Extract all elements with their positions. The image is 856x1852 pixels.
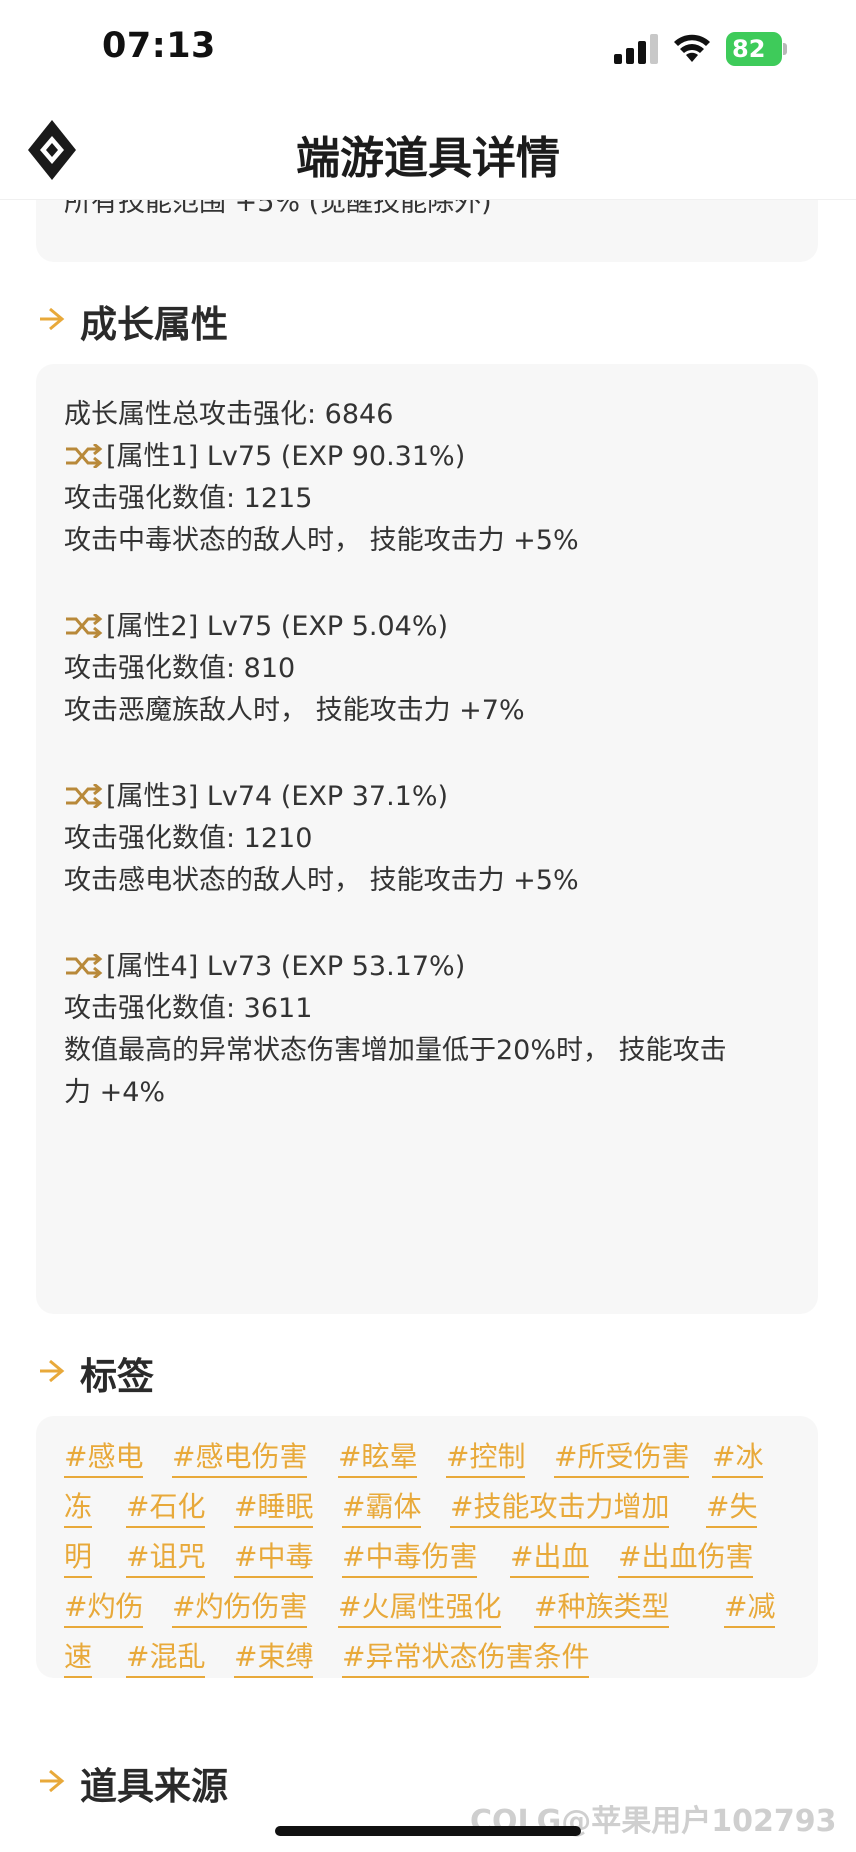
tag[interactable]: #霸体 (342, 1490, 422, 1528)
arrow-icon (40, 1359, 65, 1383)
attribute-value: 攻击强化数值: 1210 (64, 823, 313, 854)
source-section-title: 道具来源 (80, 1765, 228, 1808)
prev-section-card: 所有技能范围 +5% (觉醒技能除外) (36, 200, 818, 262)
arrow-icon (40, 307, 65, 331)
tag[interactable]: #石化 (126, 1490, 206, 1528)
tag[interactable]: #诅咒 (126, 1540, 206, 1578)
shuffle-icon (66, 784, 103, 808)
tag[interactable]: #失 (706, 1490, 758, 1528)
arrow-icon (40, 1769, 65, 1793)
growth-section-title: 成长属性 (80, 303, 228, 346)
tag[interactable]: #混乱 (126, 1640, 206, 1678)
detail-content[interactable]: 所有技能范围 +5% (觉醒技能除外) 成长属性 成长属性总攻击强化: 6846… (0, 200, 856, 1852)
attribute-header-text: [属性1] Lv75 (EXP 90.31%) (106, 441, 466, 472)
status-bar: 07:13 82 (0, 0, 856, 100)
tag[interactable]: #技能攻击力增加 (450, 1490, 670, 1528)
attribute-effect: 攻击恶魔族敌人时， 技能攻击力 +7% (64, 695, 525, 726)
tag[interactable]: 明 (64, 1540, 93, 1578)
tag[interactable]: #眩晕 (338, 1440, 418, 1478)
growth-card: 成长属性总攻击强化: 6846 [属性1] Lv75 (EXP 90.31%) … (36, 364, 818, 1314)
shuffle-icon (66, 614, 103, 638)
attribute-effect-cont: 力 +4% (64, 1077, 166, 1108)
tag[interactable]: #异常状态伤害条件 (342, 1640, 590, 1678)
tag[interactable]: #减 (724, 1590, 776, 1628)
shuffle-icon (66, 444, 103, 468)
attribute-header-text: [属性3] Lv74 (EXP 37.1%) (106, 781, 449, 812)
attribute-value: 攻击强化数值: 1215 (64, 483, 313, 514)
tag[interactable]: #种族类型 (534, 1590, 670, 1628)
shuffle-icon (66, 954, 103, 978)
attribute-header: [属性4] Lv73 (EXP 53.17%) (64, 944, 465, 983)
tag[interactable]: 冻 (64, 1490, 93, 1528)
app-header: 端游道具详情 (0, 100, 856, 200)
attribute-effect: 数值最高的异常状态伤害增加量低于20%时， 技能攻击 (64, 1035, 727, 1066)
attribute-value: 攻击强化数值: 3611 (64, 993, 313, 1024)
tag[interactable]: #感电伤害 (172, 1440, 308, 1478)
tag[interactable]: #出血伤害 (618, 1540, 754, 1578)
growth-total: 成长属性总攻击强化: 6846 (64, 399, 394, 430)
attribute-header-text: [属性4] Lv73 (EXP 53.17%) (106, 951, 466, 982)
prev-section-text: 所有技能范围 +5% (觉醒技能除外) (64, 200, 492, 218)
tag[interactable]: #所受伤害 (554, 1440, 690, 1478)
battery-level: 82 (726, 32, 782, 66)
tag[interactable]: #出血 (510, 1540, 590, 1578)
tags-section-title: 标签 (80, 1355, 154, 1398)
page-title: 端游道具详情 (296, 133, 560, 184)
attribute-effect: 攻击感电状态的敌人时， 技能攻击力 +5% (64, 865, 579, 896)
tag[interactable]: #束缚 (234, 1640, 314, 1678)
tag[interactable]: #睡眠 (234, 1490, 314, 1528)
tag[interactable]: #灼伤伤害 (172, 1590, 308, 1628)
attribute-header: [属性1] Lv75 (EXP 90.31%) (64, 434, 465, 473)
attribute-header-text: [属性2] Lv75 (EXP 5.04%) (106, 611, 449, 642)
battery-cap (783, 43, 787, 55)
tag[interactable]: #中毒 (234, 1540, 314, 1578)
attribute-effect: 攻击中毒状态的敌人时， 技能攻击力 +5% (64, 525, 579, 556)
wifi-icon (674, 34, 710, 62)
tag[interactable]: 速 (64, 1640, 93, 1678)
tag[interactable]: #冰 (712, 1440, 764, 1478)
battery-icon: 82 (726, 32, 788, 66)
tag[interactable]: #灼伤 (64, 1590, 144, 1628)
tag[interactable]: #感电 (64, 1440, 144, 1478)
tag[interactable]: #中毒伤害 (342, 1540, 478, 1578)
tags-card: #感电 #感电伤害 #眩晕 #控制 #所受伤害 #冰 冻 #石化 #睡眠 #霸体… (36, 1416, 818, 1678)
attribute-header: [属性2] Lv75 (EXP 5.04%) (64, 604, 448, 643)
attribute-value: 攻击强化数值: 810 (64, 653, 296, 684)
tag[interactable]: #火属性强化 (338, 1590, 502, 1628)
attribute-header: [属性3] Lv74 (EXP 37.1%) (64, 774, 448, 813)
status-time: 07:13 (102, 26, 216, 66)
home-indicator[interactable] (275, 1826, 581, 1836)
tag[interactable]: #控制 (446, 1440, 526, 1478)
signal-icon (614, 34, 658, 64)
